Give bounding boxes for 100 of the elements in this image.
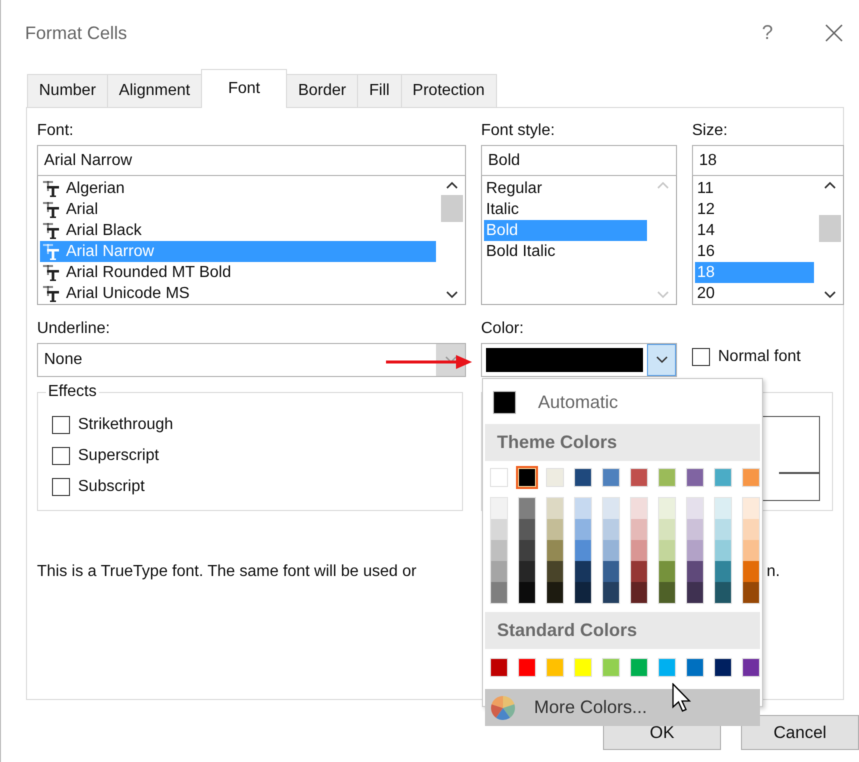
color-swatch[interactable] [491,519,508,540]
color-swatch[interactable] [518,582,536,603]
color-swatch[interactable] [658,519,676,540]
color-swatch[interactable] [602,658,620,677]
list-item[interactable]: Italic [484,199,647,220]
color-swatch[interactable] [574,468,592,487]
list-item[interactable]: Arial Rounded MT Bold [40,262,436,283]
color-swatch[interactable] [742,658,760,677]
list-item[interactable]: 20 [695,283,814,304]
color-swatch[interactable] [658,582,676,603]
color-swatch[interactable] [546,468,564,487]
color-swatch[interactable] [630,582,648,603]
color-swatch[interactable] [686,582,704,603]
color-swatch[interactable] [686,561,704,582]
tab[interactable]: Font [201,69,288,108]
color-swatch[interactable] [602,468,620,487]
color-swatch[interactable] [546,540,564,561]
color-swatch[interactable] [630,658,648,677]
color-swatch[interactable] [630,468,648,487]
scrollbar-thumb[interactable] [440,195,462,222]
automatic-option[interactable]: Automatic [485,381,760,424]
color-swatch[interactable] [714,561,732,582]
tab[interactable]: Border [286,74,358,107]
color-swatch[interactable] [546,582,564,603]
scroll-down-icon[interactable] [446,291,458,299]
checkbox[interactable] [692,348,710,366]
help-button[interactable]: ? [762,22,773,44]
color-swatch[interactable] [714,468,732,487]
scroll-up-icon[interactable] [824,181,836,189]
color-swatch[interactable] [686,519,704,540]
color-swatch[interactable] [491,498,508,519]
list-item[interactable]: Arial Black [40,220,436,241]
color-swatch[interactable] [518,540,536,561]
list-item[interactable]: Arial Unicode MS [40,283,436,304]
color-swatch[interactable] [574,561,592,582]
more-colors-option[interactable]: More Colors... [485,689,760,726]
checkbox[interactable] [52,416,70,434]
color-swatch[interactable] [686,658,704,677]
color-swatch[interactable] [742,498,760,519]
color-swatch[interactable] [491,582,508,603]
scroll-up-icon[interactable] [446,181,458,189]
color-swatch[interactable] [602,519,620,540]
color-swatch[interactable] [658,540,676,561]
color-swatch[interactable] [602,540,620,561]
color-swatch[interactable] [574,519,592,540]
input-field[interactable]: 18 [692,145,844,176]
chevron-icon[interactable] [656,356,668,364]
color-swatch[interactable] [714,519,732,540]
checkbox[interactable] [52,478,70,496]
list-item[interactable]: 16 [695,241,814,262]
color-swatch[interactable] [491,540,508,561]
input-field[interactable]: Bold [481,145,677,176]
color-swatch[interactable] [574,582,592,603]
tab[interactable]: Alignment [106,74,202,107]
color-swatch[interactable] [518,498,536,519]
color-swatch[interactable] [658,561,676,582]
dialog-button[interactable]: Cancel [741,715,859,750]
color-swatch[interactable] [714,658,732,677]
tab[interactable]: Protection [400,74,497,107]
tab[interactable]: Fill [357,74,402,107]
color-dropdown[interactable] [481,343,677,377]
color-swatch[interactable] [714,498,732,519]
color-swatch[interactable] [742,561,760,582]
color-swatch[interactable] [630,540,648,561]
color-swatch[interactable] [546,498,564,519]
color-swatch[interactable] [742,582,760,603]
color-swatch[interactable] [546,658,564,677]
list-item[interactable]: Arial [40,199,436,220]
close-icon[interactable] [825,24,843,42]
color-swatch[interactable] [630,498,648,519]
color-swatch[interactable] [630,561,648,582]
color-swatch[interactable] [490,468,508,487]
color-swatch[interactable] [546,561,564,582]
color-swatch[interactable] [574,498,592,519]
color-swatch[interactable] [686,498,704,519]
input-field[interactable]: Arial Narrow [37,145,466,176]
scroll-down-icon[interactable] [824,291,836,299]
color-swatch[interactable] [518,468,536,487]
color-swatch[interactable] [602,561,620,582]
color-swatch[interactable] [574,658,592,677]
color-swatch[interactable] [658,658,676,677]
list-item[interactable]: 11 [695,178,814,199]
color-swatch[interactable] [658,468,676,487]
color-swatch[interactable] [602,498,620,519]
color-swatch[interactable] [491,561,508,582]
underline-dropdown[interactable]: None [37,343,466,377]
list-item[interactable]: Bold Italic [484,241,647,262]
color-swatch[interactable] [602,582,620,603]
color-swatch[interactable] [518,561,536,582]
color-swatch[interactable] [574,540,592,561]
list-item[interactable]: Regular [484,178,647,199]
color-swatch[interactable] [742,468,760,487]
color-swatch[interactable] [714,540,732,561]
color-swatch[interactable] [686,540,704,561]
list-item[interactable]: 12 [695,199,814,220]
color-swatch[interactable] [742,519,760,540]
list-item[interactable]: 14 [695,220,814,241]
color-swatch[interactable] [518,519,536,540]
color-swatch[interactable] [518,658,536,677]
color-swatch[interactable] [714,582,732,603]
